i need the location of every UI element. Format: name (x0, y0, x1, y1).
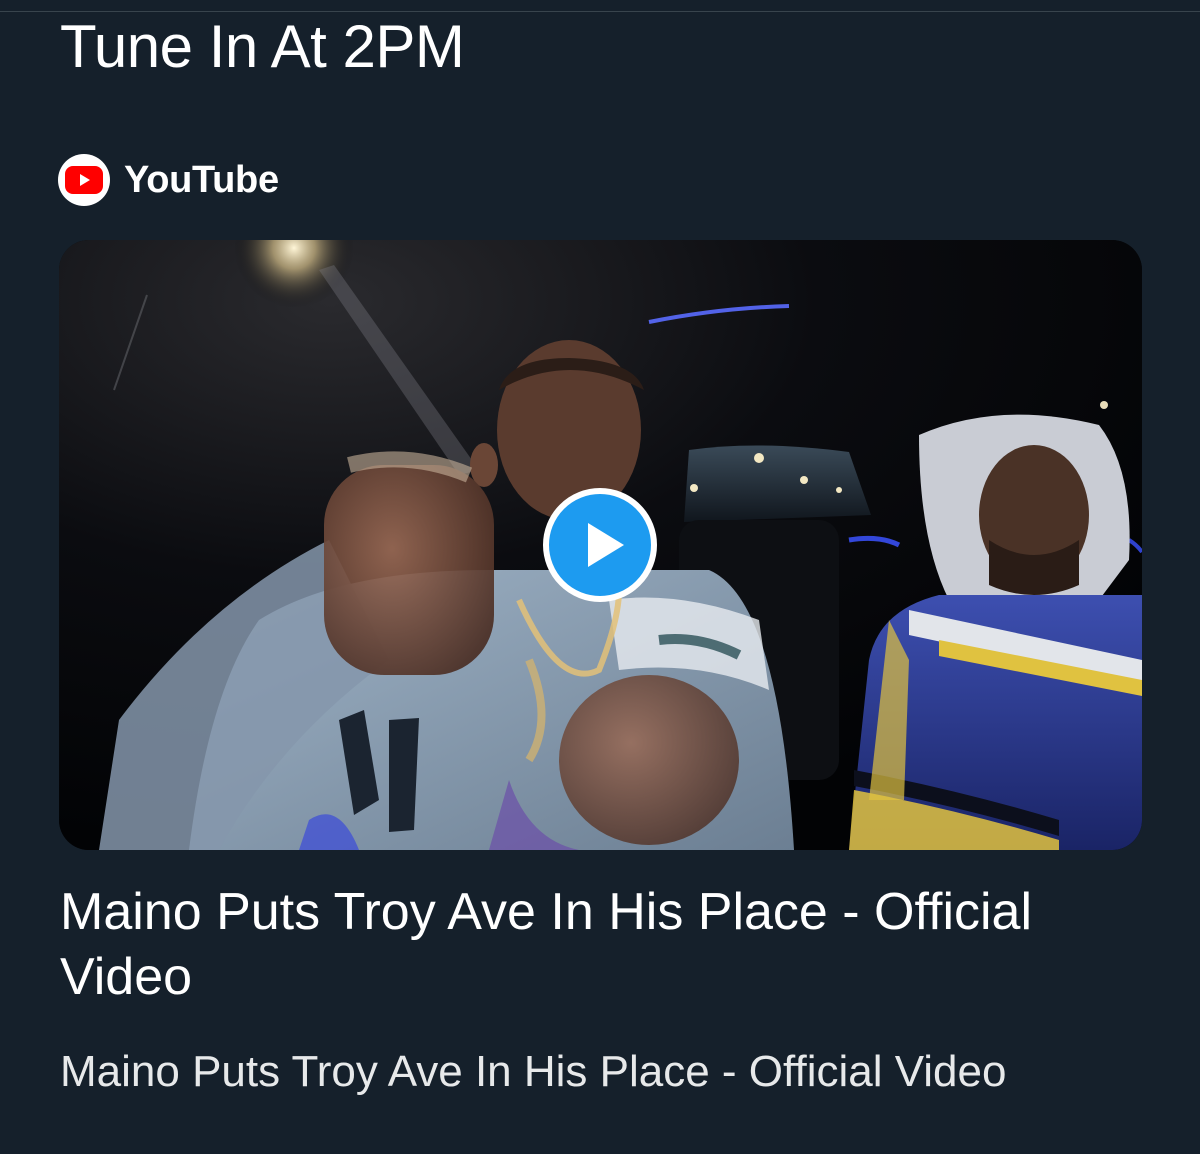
source-name: YouTube (124, 158, 279, 201)
video-thumbnail[interactable] (59, 240, 1142, 850)
card-description: Maino Puts Troy Ave In His Place - Offic… (60, 1047, 1007, 1096)
card-title[interactable]: Maino Puts Troy Ave In His Place - Offic… (60, 880, 1140, 1010)
tweet-text: Tune In At 2PM (60, 13, 465, 80)
youtube-logo-icon (58, 154, 110, 206)
card-source[interactable]: YouTube (58, 154, 279, 206)
play-icon (543, 488, 657, 602)
play-button[interactable] (543, 488, 657, 602)
